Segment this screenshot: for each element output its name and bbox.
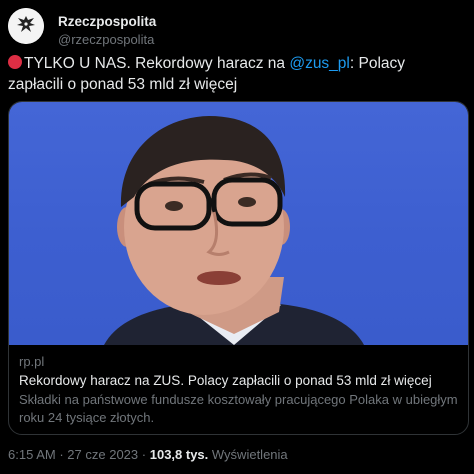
tweet-meta: 6:15 AM · 27 cze 2023 · 103,8 tys. Wyświ…: [8, 447, 288, 462]
card-description: Składki na państwowe fundusze kosztowały…: [19, 392, 458, 425]
portrait-photo: [104, 116, 364, 345]
tweet-text: TYLKO U NAS. Rekordowy haracz na @zus_pl…: [8, 53, 448, 95]
tweet-date[interactable]: 27 cze 2023: [67, 447, 138, 462]
tweet-text-prefix: TYLKO U NAS. Rekordowy haracz na: [24, 55, 290, 72]
mention-link[interactable]: @zus_pl: [289, 55, 350, 72]
eagle-logo-icon: [8, 8, 44, 44]
card-photo[interactable]: [9, 102, 468, 345]
link-card[interactable]: rp.pl Rekordowy haracz na ZUS. Polacy za…: [8, 101, 469, 435]
tweet-time[interactable]: 6:15 AM: [8, 447, 56, 462]
meta-separator-2: ·: [141, 447, 147, 462]
account-name[interactable]: Rzeczpospolita: [58, 14, 156, 29]
card-title[interactable]: Rekordowy haracz na ZUS. Polacy zapłacil…: [19, 373, 459, 388]
avatar[interactable]: [8, 8, 44, 44]
views-label: Wyświetlenia: [211, 447, 288, 462]
views-count: 103,8 tys.: [149, 447, 209, 462]
tweet-header: Rzeczpospolita @rzeczpospolita: [8, 8, 466, 47]
account-handle[interactable]: @rzeczpospolita: [58, 32, 154, 47]
card-domain[interactable]: rp.pl: [19, 354, 44, 369]
red-circle-icon: [8, 55, 22, 69]
meta-separator: ·: [59, 447, 64, 462]
